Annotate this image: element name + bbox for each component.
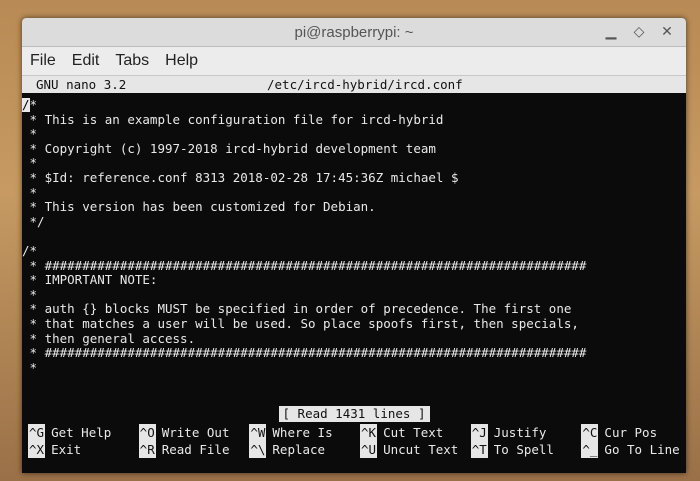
row1-shortcut[interactable]: ^C Cur Pos bbox=[575, 424, 686, 441]
editor-line: /* bbox=[22, 98, 38, 112]
shortcut-key: ^K bbox=[360, 424, 378, 441]
row2-shortcut[interactable]: ^U Uncut Text bbox=[354, 441, 465, 458]
status-bar: [ Read 1431 lines ] bbox=[22, 406, 686, 422]
row1-shortcut[interactable]: ^O Write Out bbox=[133, 424, 244, 441]
menu-file[interactable]: File bbox=[30, 52, 56, 70]
shortcut-label: Justify bbox=[493, 425, 547, 440]
row2-shortcut[interactable]: ^X Exit bbox=[22, 441, 133, 458]
maximize-icon[interactable]: ◇ bbox=[630, 22, 648, 40]
editor-line: */ bbox=[22, 213, 45, 229]
shortcut-bar: ^G Get Help ^O Write Out ^W Where Is ^K Cut Tex… bbox=[22, 424, 686, 458]
shortcut-label: Replace bbox=[272, 442, 326, 457]
shortcut-label: Write Out bbox=[161, 425, 230, 440]
shortcut-key: ^W bbox=[249, 424, 267, 441]
editor-line: * then general access. bbox=[22, 330, 196, 346]
text-cursor: / bbox=[22, 98, 30, 112]
editor-line: * IMPORTANT NOTE: bbox=[22, 272, 158, 288]
row2-shortcut[interactable]: ^T To Spell bbox=[465, 441, 576, 458]
row2-shortcut[interactable]: ^R Read File bbox=[133, 441, 244, 458]
nano-filename: /etc/ircd-hybrid/ircd.conf bbox=[267, 77, 463, 92]
minimize-icon[interactable]: ▁ bbox=[602, 22, 620, 40]
editor-line: * This is an example configuration file … bbox=[22, 111, 444, 127]
row2-shortcut[interactable]: ^\ Replace bbox=[243, 441, 354, 458]
shortcut-label: Where Is bbox=[272, 425, 333, 440]
menu-help[interactable]: Help bbox=[165, 52, 198, 70]
editor-line: * Copyright (c) 1997-2018 ircd-hybrid de… bbox=[22, 140, 436, 156]
window-title: pi@raspberrypi: ~ bbox=[294, 23, 414, 41]
shortcut-row-2: ^X Exit ^R Read File ^\ Replace ^U Uncut Text ^T… bbox=[22, 441, 686, 458]
shortcut-key: ^X bbox=[28, 441, 46, 458]
status-message: [ Read 1431 lines ] bbox=[278, 406, 430, 422]
editor-line: * bbox=[22, 184, 38, 200]
editor-line: * bbox=[22, 155, 38, 171]
menu-bar: File Edit Tabs Help bbox=[22, 47, 686, 76]
editor-line: * bbox=[22, 126, 38, 142]
editor-line: * This version has been customized for D… bbox=[22, 199, 376, 215]
row1-shortcut[interactable]: ^J Justify bbox=[465, 424, 576, 441]
shortcut-label: To Spell bbox=[493, 442, 554, 457]
shortcut-key: ^O bbox=[138, 424, 156, 441]
editor-line: * ######################################… bbox=[22, 257, 587, 273]
terminal-area[interactable]: GNU nano 3.2 /etc/ircd-hybrid/ircd.conf … bbox=[22, 76, 686, 473]
close-icon[interactable]: ✕ bbox=[658, 22, 676, 40]
shortcut-key: ^J bbox=[470, 424, 488, 441]
shortcut-label: Cut Text bbox=[383, 425, 444, 440]
nano-version: GNU nano 3.2 bbox=[36, 77, 127, 92]
shortcut-key: ^T bbox=[470, 441, 488, 458]
editor-line: * $Id: reference.conf 8313 2018-02-28 17… bbox=[22, 169, 459, 185]
editor-line: /* bbox=[22, 242, 38, 258]
row1-shortcut[interactable]: ^K Cut Text bbox=[354, 424, 465, 441]
shortcut-label: Go To Line bbox=[604, 442, 680, 457]
editor-line: * ######################################… bbox=[22, 345, 587, 361]
editor-content[interactable]: /* * This is an example configuration fi… bbox=[22, 98, 686, 398]
row1-shortcut[interactable]: ^W Where Is bbox=[243, 424, 354, 441]
shortcut-label: Uncut Text bbox=[383, 442, 459, 457]
terminal-window: pi@raspberrypi: ~ ▁ ◇ ✕ File Edit Tabs H… bbox=[22, 18, 686, 473]
shortcut-label: Cur Pos bbox=[604, 425, 658, 440]
shortcut-key: ^\ bbox=[249, 441, 267, 458]
title-bar[interactable]: pi@raspberrypi: ~ ▁ ◇ ✕ bbox=[22, 18, 686, 47]
window-controls: ▁ ◇ ✕ bbox=[602, 22, 676, 40]
nano-header: GNU nano 3.2 /etc/ircd-hybrid/ircd.conf bbox=[22, 76, 686, 93]
shortcut-label: Get Help bbox=[51, 425, 112, 440]
shortcut-key: ^U bbox=[360, 441, 378, 458]
editor-line: * bbox=[22, 286, 38, 302]
menu-edit[interactable]: Edit bbox=[72, 52, 100, 70]
shortcut-row-1: ^G Get Help ^O Write Out ^W Where Is ^K Cut Tex… bbox=[22, 424, 686, 441]
menu-tabs[interactable]: Tabs bbox=[115, 52, 149, 70]
shortcut-label: Read File bbox=[161, 442, 230, 457]
shortcut-key: ^R bbox=[138, 441, 156, 458]
editor-line: * auth {} blocks MUST be specified in or… bbox=[22, 301, 572, 317]
row2-shortcut[interactable]: ^_ Go To Line bbox=[575, 441, 686, 458]
editor-line: * that matches a user will be used. So p… bbox=[22, 315, 579, 331]
shortcut-label: Exit bbox=[51, 442, 82, 457]
shortcut-key: ^C bbox=[581, 424, 599, 441]
shortcut-key: ^_ bbox=[581, 441, 599, 458]
row1-shortcut[interactable]: ^G Get Help bbox=[22, 424, 133, 441]
shortcut-key: ^G bbox=[28, 424, 46, 441]
editor-line: * bbox=[22, 359, 38, 375]
